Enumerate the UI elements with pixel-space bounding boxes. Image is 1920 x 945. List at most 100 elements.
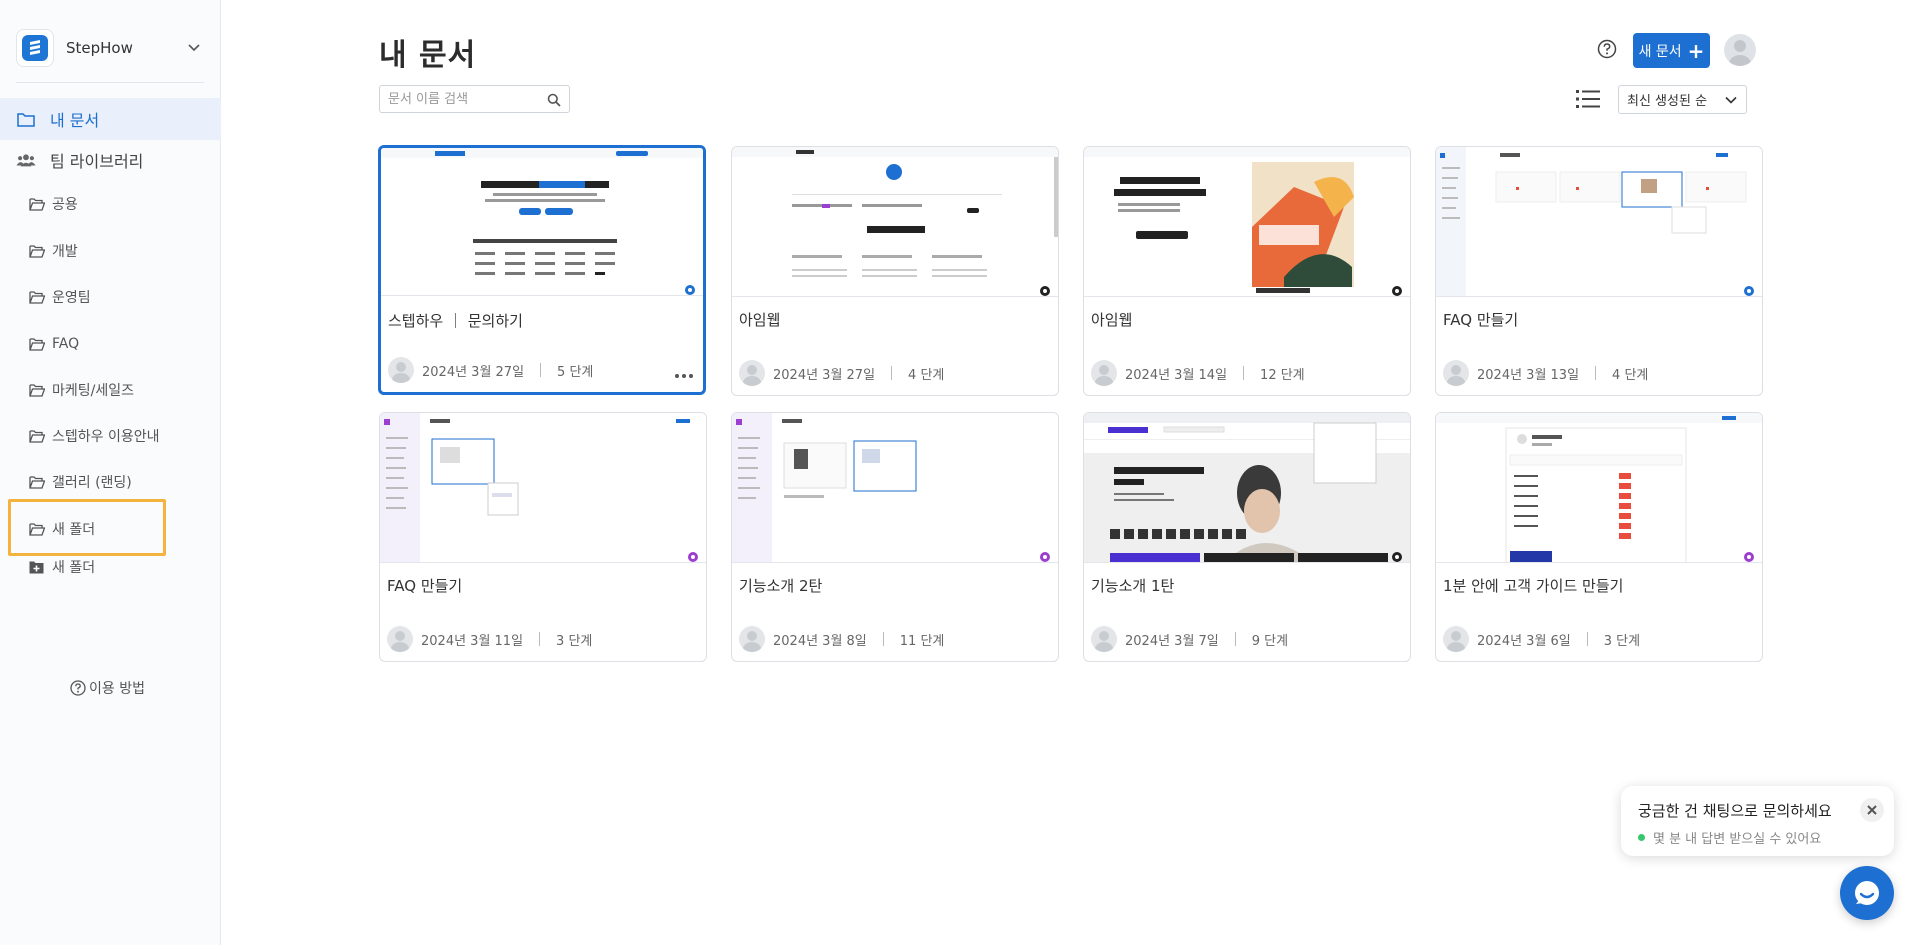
document-date: 2024년 3월 27일 [422, 364, 525, 380]
help-link[interactable]: 이용 방법 [70, 678, 145, 698]
user-avatar[interactable] [1724, 34, 1756, 66]
folder-icon [16, 109, 36, 129]
add-folder-label: 새 폴더 [52, 560, 96, 576]
author-avatar [388, 357, 414, 383]
chat-popup[interactable]: 궁금한 건 채팅으로 문의하세요 몇 분 내 답변 받으실 수 있어요 [1621, 786, 1894, 856]
new-document-label: 새 문서 [1638, 43, 1682, 60]
divider [1243, 366, 1245, 380]
folder-label: 공용 [52, 197, 78, 213]
folder-label: 마케팅/세일즈 [52, 383, 134, 399]
folder-item[interactable]: 스텝하우 이용안내 [0, 418, 221, 454]
sort-dropdown[interactable]: 최신 생성된 순 [1618, 85, 1747, 114]
folder-label: 스텝하우 이용안내 [52, 429, 160, 445]
search-box[interactable] [379, 85, 570, 113]
divider [540, 363, 542, 377]
document-title: 기능소개 1탄 [1091, 577, 1175, 595]
document-date: 2024년 3월 6일 [1477, 633, 1571, 649]
document-thumbnail [1084, 413, 1410, 563]
chat-subtitle-text: 몇 분 내 답변 받으실 수 있어요 [1653, 832, 1822, 847]
close-icon[interactable] [1860, 798, 1884, 822]
page-title: 내 문서 [379, 38, 477, 73]
document-card[interactable]: FAQ 만들기 2024년 3월 11일 3 단계 [379, 412, 707, 662]
folder-item[interactable]: 운영팀 [0, 279, 221, 315]
document-thumbnail [1436, 413, 1762, 563]
divider [1595, 366, 1597, 380]
document-card[interactable]: 아임웹 2024년 3월 27일 4 단계 [731, 146, 1059, 396]
document-card[interactable]: 기능소개 1탄 2024년 3월 7일 9 단계 [1083, 412, 1411, 662]
chevron-down-icon[interactable] [184, 38, 204, 58]
workspace-switcher[interactable]: StepHow [16, 26, 204, 70]
search-input[interactable] [388, 91, 538, 107]
more-options-icon[interactable] [675, 374, 693, 378]
status-badge [1392, 552, 1402, 562]
divider [882, 632, 884, 646]
chevron-down-icon [1724, 93, 1738, 107]
divider [1586, 632, 1588, 646]
folder-open-icon [29, 429, 45, 443]
document-thumbnail [732, 147, 1058, 297]
author-avatar [1091, 360, 1117, 386]
document-title: 아임웹 [1091, 311, 1133, 329]
folder-item[interactable]: FAQ [0, 326, 221, 362]
divider [1234, 632, 1236, 646]
divider [539, 632, 541, 646]
users-icon [16, 150, 36, 170]
document-steps: 9 단계 [1251, 633, 1289, 649]
document-card[interactable]: FAQ 만들기 2024년 3월 13일 4 단계 [1435, 146, 1763, 396]
document-meta: 2024년 3월 13일 4 단계 [1443, 360, 1648, 386]
document-title: 1분 안에 고객 가이드 만들기 [1443, 577, 1624, 595]
document-steps: 3 단계 [556, 633, 593, 649]
nav-team-library[interactable]: 팀 라이브러리 [0, 139, 221, 181]
document-meta: 2024년 3월 27일 5 단계 [388, 357, 593, 383]
chat-title: 궁금한 건 채팅으로 문의하세요 [1638, 802, 1832, 820]
status-badge [1744, 286, 1754, 296]
nav-my-documents-label: 내 문서 [50, 111, 100, 130]
folder-open-icon [29, 337, 45, 351]
question-circle-icon [70, 680, 86, 696]
document-date: 2024년 3월 27일 [773, 367, 876, 383]
folder-item[interactable]: 마케팅/세일즈 [0, 372, 221, 408]
highlight-box [8, 499, 166, 556]
document-card[interactable]: 아임웹 2024년 3월 14일 12 단계 [1083, 146, 1411, 396]
nav-my-documents[interactable]: 내 문서 [0, 98, 221, 140]
document-meta: 2024년 3월 6일 3 단계 [1443, 626, 1640, 652]
document-date: 2024년 3월 14일 [1125, 367, 1228, 383]
divider [891, 366, 893, 380]
folder-open-icon [29, 244, 45, 258]
folder-open-icon [29, 197, 45, 211]
document-card[interactable]: 1분 안에 고객 가이드 만들기 2024년 3월 6일 3 단계 [1435, 412, 1763, 662]
folder-label: 개발 [52, 244, 78, 260]
folder-open-icon [29, 475, 45, 489]
document-meta: 2024년 3월 8일 11 단계 [739, 626, 944, 652]
help-icon[interactable] [1597, 39, 1617, 59]
author-avatar [1091, 626, 1117, 652]
folder-plus-icon [29, 560, 45, 574]
document-steps: 4 단계 [908, 367, 945, 383]
folder-item[interactable]: 개발 [0, 233, 221, 269]
folder-label: FAQ [52, 336, 80, 352]
document-date: 2024년 3월 13일 [1477, 367, 1580, 383]
document-card[interactable]: 기능소개 2탄 2024년 3월 8일 11 단계 [731, 412, 1059, 662]
document-card[interactable]: 스텝하우 ｜ 문의하기 2024년 3월 27일 5 단계 [378, 145, 706, 395]
divider [16, 82, 204, 83]
add-folder-button[interactable]: 새 폴더 [0, 549, 221, 585]
search-icon[interactable] [547, 92, 561, 107]
new-document-button[interactable]: 새 문서 + [1633, 33, 1710, 68]
folder-item[interactable]: 공용 [0, 186, 221, 222]
document-thumbnail [1436, 147, 1762, 297]
document-meta: 2024년 3월 7일 9 단계 [1091, 626, 1288, 652]
folder-item[interactable]: 갤러리 (랜딩) [0, 464, 221, 500]
chat-subtitle: 몇 분 내 답변 받으실 수 있어요 [1638, 828, 1821, 847]
author-avatar [1443, 360, 1469, 386]
document-title: FAQ 만들기 [387, 577, 463, 595]
chat-launcher-button[interactable] [1840, 866, 1894, 920]
document-title: 스텝하우 ｜ 문의하기 [388, 312, 523, 330]
folder-open-icon [29, 290, 45, 304]
document-steps: 11 단계 [899, 633, 945, 649]
document-date: 2024년 3월 8일 [773, 633, 867, 649]
status-badge [688, 552, 698, 562]
author-avatar [1443, 626, 1469, 652]
list-view-icon[interactable] [1576, 88, 1600, 110]
document-steps: 3 단계 [1603, 633, 1641, 649]
document-thumbnail [732, 413, 1058, 563]
